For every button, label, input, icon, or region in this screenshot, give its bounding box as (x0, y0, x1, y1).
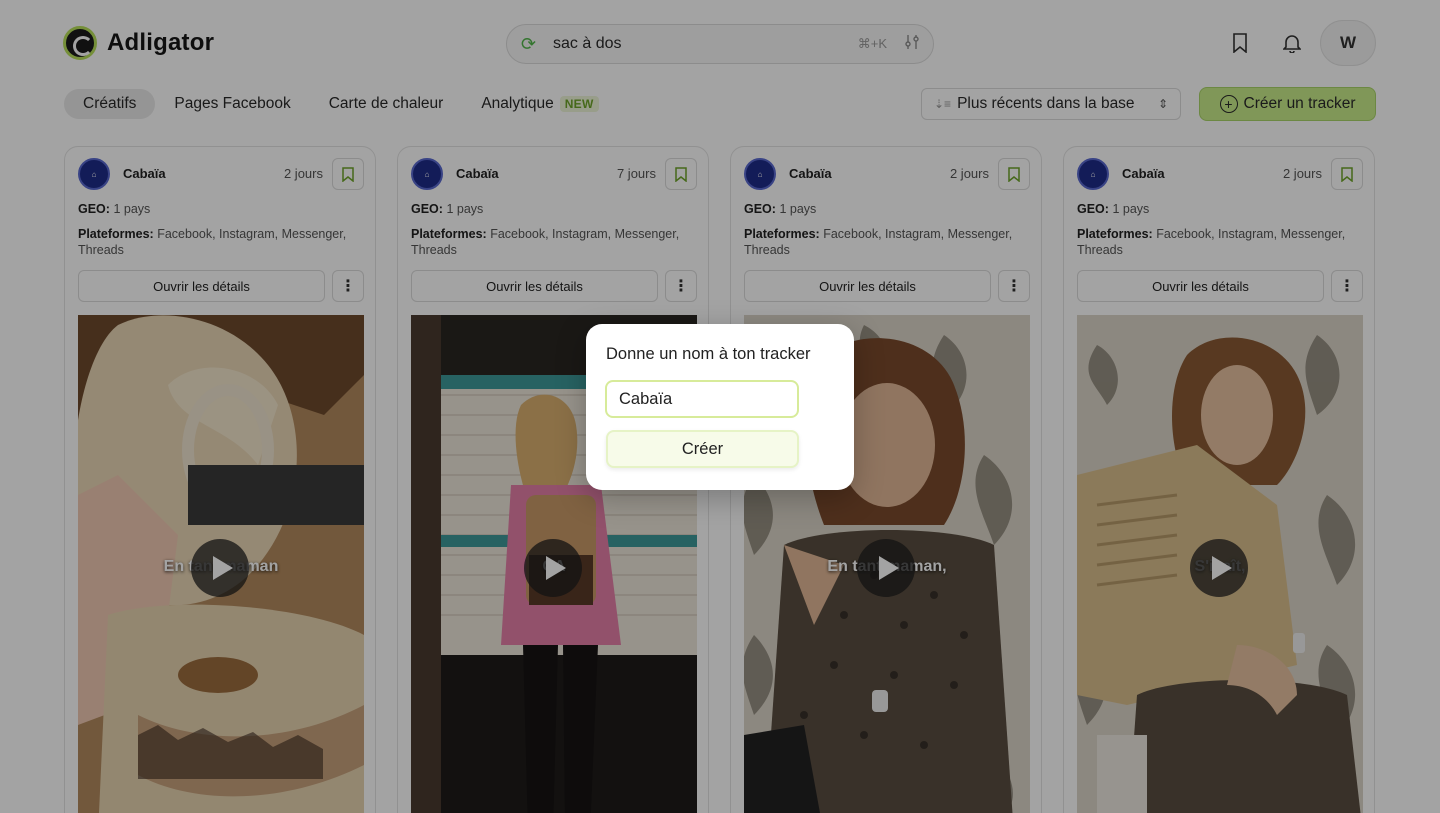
modal-title: Donne un nom à ton tracker (606, 345, 811, 363)
tracker-name-input[interactable] (605, 380, 799, 418)
create-button[interactable]: Créer (606, 430, 799, 468)
create-tracker-modal: Donne un nom à ton tracker Créer (586, 324, 854, 490)
